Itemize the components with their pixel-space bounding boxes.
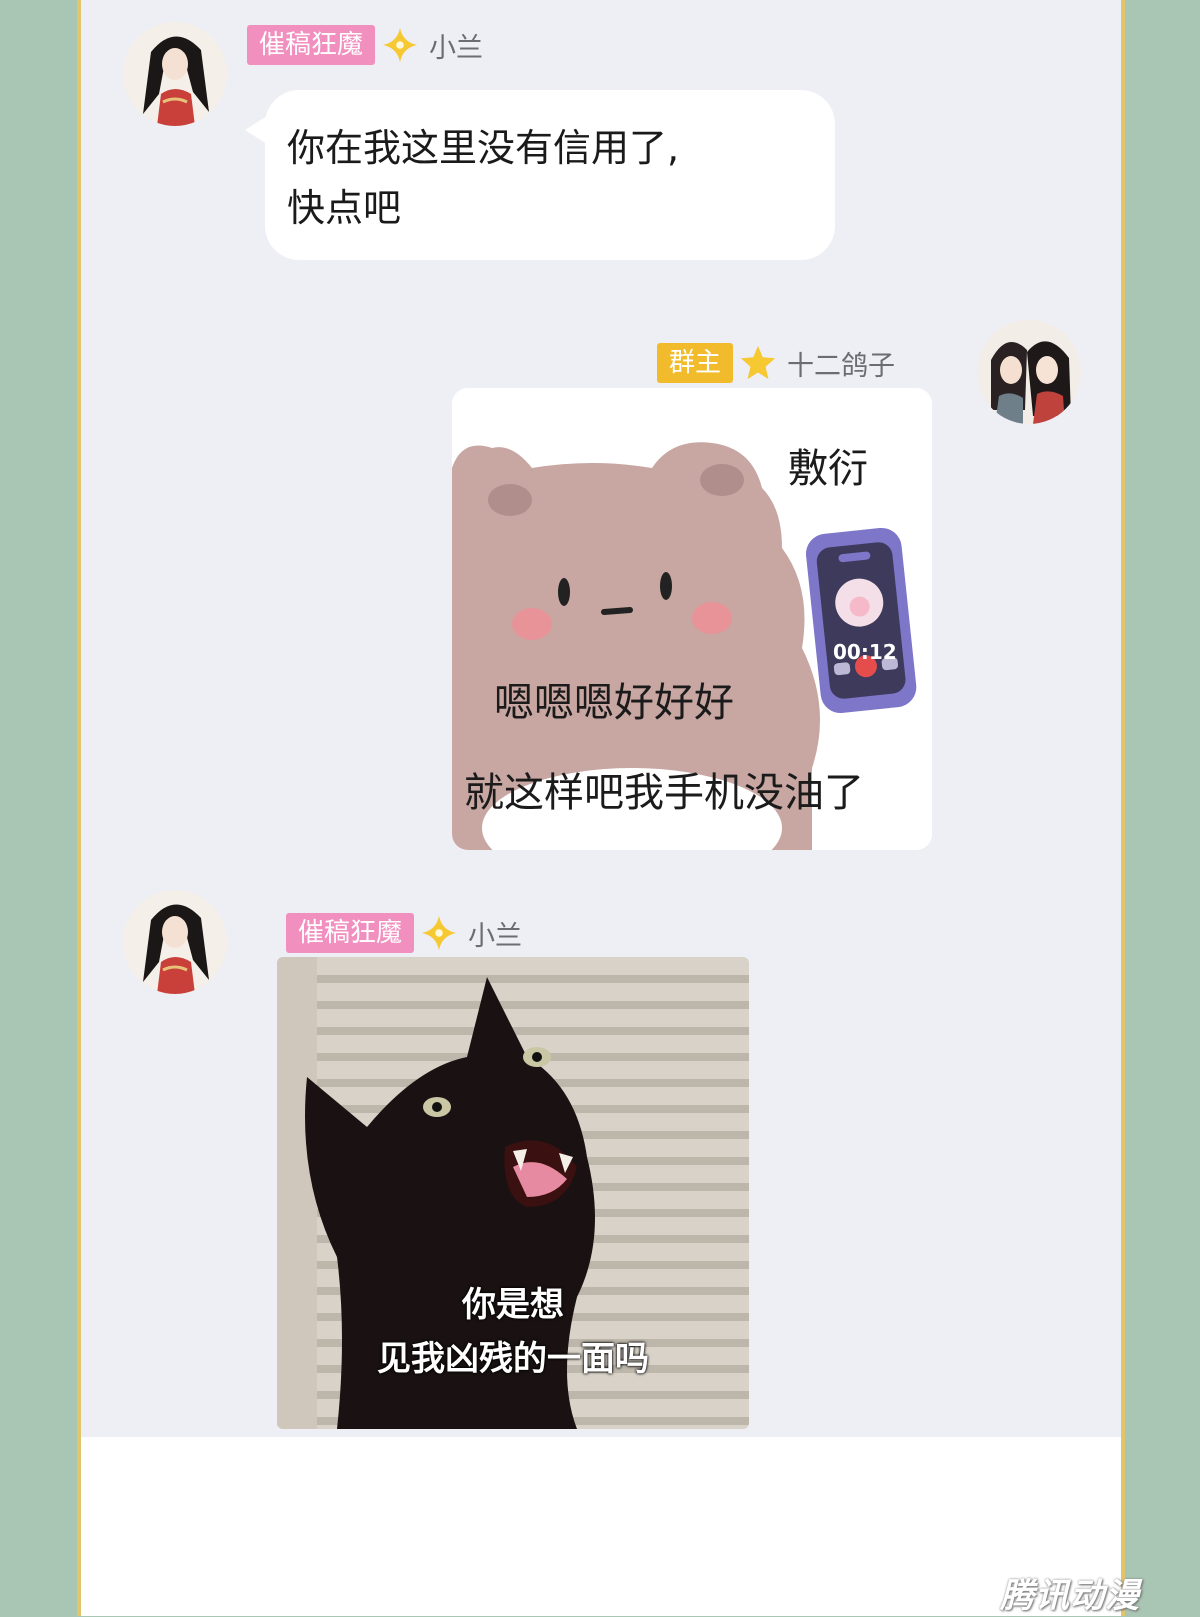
message-line-1: 你在我这里没有信用了, [287, 126, 680, 170]
cat-caption-line2: 见我凶残的一面吗 [377, 1339, 649, 1379]
role-tag: 催稿狂魔 [247, 25, 376, 65]
phone-time-label: 00:12 [833, 640, 897, 664]
sender-name: 小兰 [429, 32, 484, 64]
message-1-meta: 催稿狂魔 小兰 [247, 25, 483, 65]
sender-name: 小兰 [468, 920, 523, 952]
sticker-caption-top: 敷衍 [788, 446, 868, 492]
avatar-shier-gezi[interactable] [977, 320, 1081, 424]
chat-area[interactable]: 催稿狂魔 小兰 你在我这里没有信用了, 快点吧 群主 十二鸽子 敷衍 00:12… [81, 0, 1121, 1437]
watermark-logo: 腾讯动漫 [1000, 1576, 1140, 1616]
sender-name: 十二鸽子 [787, 350, 896, 382]
avatar-xiaolan[interactable] [123, 890, 227, 994]
avatar-xiaolan[interactable] [123, 22, 227, 126]
role-tag: 催稿狂魔 [286, 913, 415, 953]
message-line-2: 快点吧 [287, 186, 402, 230]
message-bubble[interactable]: 你在我这里没有信用了, 快点吧 [245, 90, 835, 260]
sticker-caption-line1: 嗯嗯嗯好好好 [494, 680, 734, 726]
role-tag: 群主 [657, 343, 734, 383]
bear-sticker[interactable]: 敷衍 00:12 嗯嗯嗯好好好 就这样吧我手机没油了 [452, 388, 932, 850]
chat-panel: 催稿狂魔 小兰 你在我这里没有信用了, 快点吧 群主 十二鸽子 敷衍 00:12… [81, 0, 1121, 1616]
star-badge-icon [421, 915, 457, 951]
message-3-meta: 催稿狂魔 小兰 [286, 913, 522, 953]
bubble-tail [245, 116, 267, 144]
cat-caption-line1: 你是想 [462, 1285, 564, 1325]
frame-line-right [1121, 0, 1125, 1616]
cat-sticker[interactable]: 你是想 见我凶残的一面吗 [277, 957, 749, 1429]
sticker-caption-line2: 就这样吧我手机没油了 [464, 770, 864, 816]
star-badge-icon [382, 27, 418, 63]
message-2-meta: 群主 十二鸽子 [657, 343, 895, 383]
star-badge-icon [740, 345, 776, 380]
